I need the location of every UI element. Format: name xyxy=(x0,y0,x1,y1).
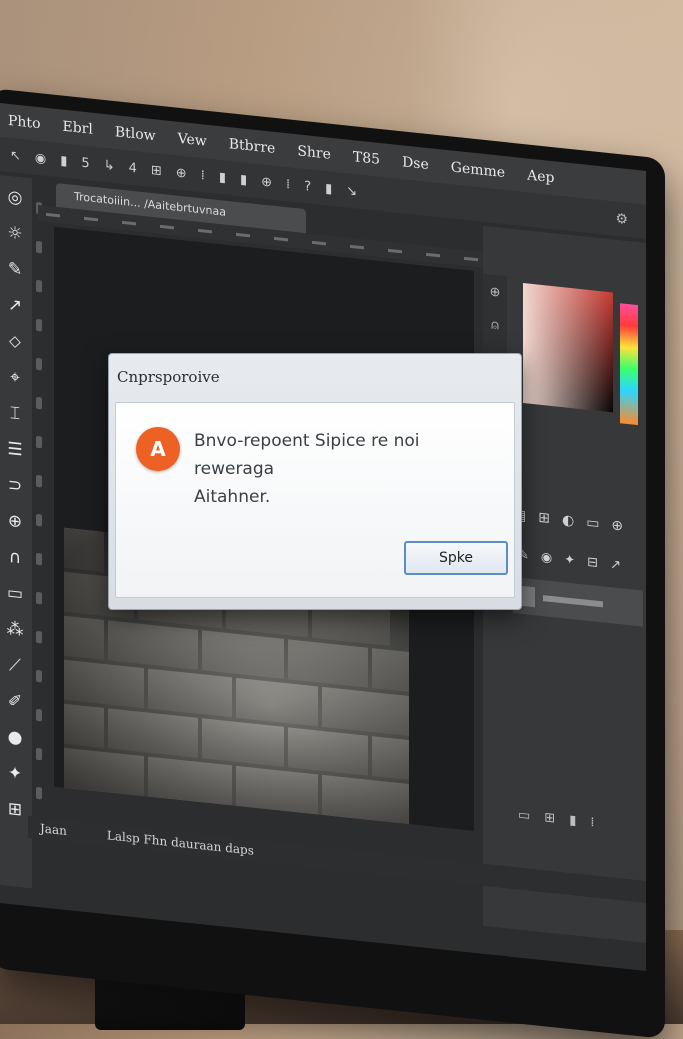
layers-icon[interactable]: ☰ xyxy=(2,437,28,462)
path-icon[interactable]: ⊃ xyxy=(2,473,28,498)
layer-icon[interactable]: ▭ xyxy=(586,515,599,540)
new-group-icon[interactable]: ▭ xyxy=(518,807,530,830)
menu-item-edit[interactable]: Ebrl xyxy=(63,119,93,138)
dialog-message-line-2: Aitahner. xyxy=(194,487,271,507)
type-icon[interactable]: ⌶ xyxy=(2,401,28,426)
hue-slider[interactable] xyxy=(620,303,638,426)
alert-icon: A xyxy=(136,427,180,471)
bar-icon[interactable]: ▮ xyxy=(325,181,332,197)
tool-bar: ◎ ☼ ✎ ↗ ⬦ ⌖ ⌶ ☰ ⊃ ⊕ ∩ ▭ ⁂ ⟋ ✐ ● ✦ ⊞ xyxy=(0,174,32,889)
bar-icon[interactable]: ▮ xyxy=(240,172,247,188)
fx-icon[interactable]: ⁞ xyxy=(590,815,594,837)
eraser-icon[interactable]: ⬦ xyxy=(2,329,28,354)
arrow-icon[interactable]: ↘ xyxy=(346,183,357,199)
arrow-icon[interactable]: ↳ xyxy=(104,157,115,173)
alert-dialog: Cnprsporoive A Bnvo-repoent Sipice re no… xyxy=(108,353,522,610)
color-picker-field[interactable] xyxy=(523,283,613,413)
character-icon[interactable]: ⍝ xyxy=(491,318,499,334)
dialog-message-line-1: Bnvo-repoent Sipice re noi reweraga xyxy=(194,431,420,479)
dots-icon[interactable]: ⁞ xyxy=(201,168,205,183)
rectangle-icon[interactable]: ▭ xyxy=(2,581,28,606)
bar-icon[interactable]: ▮ xyxy=(60,153,67,169)
crop-icon[interactable]: ⌖ xyxy=(2,365,28,390)
lock-icon[interactable]: ⊟ xyxy=(587,555,598,578)
pen-icon[interactable]: ↗ xyxy=(2,293,28,318)
tool-strip xyxy=(36,201,48,843)
ok-button[interactable]: Spke xyxy=(404,541,508,575)
spot-heal-icon[interactable]: ☼ xyxy=(2,221,28,246)
dialog-message: Bnvo-repoent Sipice re noi reweraga Aita… xyxy=(194,427,504,511)
pencil-icon[interactable]: ✐ xyxy=(2,689,28,714)
grid-icon[interactable]: ⊞ xyxy=(2,797,28,822)
value-icon[interactable]: 4 xyxy=(129,160,137,176)
menu-item-view[interactable]: Vew xyxy=(178,131,207,150)
help-icon[interactable]: ? xyxy=(304,179,311,195)
smudge-icon[interactable]: ⁂ xyxy=(2,617,28,642)
menu-item-3d[interactable]: Dse xyxy=(402,154,429,173)
dialog-body: A Bnvo-repoent Sipice re noi reweraga Ai… xyxy=(115,402,515,598)
new-layer-icon[interactable]: ⊞ xyxy=(544,810,555,833)
star-icon[interactable]: ✦ xyxy=(2,761,28,786)
line-icon[interactable]: ⟋ xyxy=(2,653,28,678)
menu-item-image[interactable]: Btlow xyxy=(115,124,156,144)
status-document-info: Lalsp Fhn dauraan daps xyxy=(106,828,254,858)
menu-item-select[interactable]: Shre xyxy=(297,143,331,163)
dialog-title: Cnprsporoive xyxy=(117,368,220,386)
link-icon[interactable]: ⊕ xyxy=(611,517,623,542)
lasso-icon[interactable]: ◎ xyxy=(2,185,28,210)
settings-icon[interactable]: ⚙ xyxy=(615,211,628,228)
target-icon[interactable]: ⊕ xyxy=(176,165,187,181)
status-zoom: Jaan xyxy=(40,821,67,839)
grid-icon[interactable]: ⊞ xyxy=(151,162,162,178)
move-icon[interactable]: ↖ xyxy=(10,148,21,164)
bar-icon[interactable]: ▮ xyxy=(219,170,226,186)
mask-icon[interactable]: ◉ xyxy=(541,550,552,573)
style-icon[interactable]: ⊞ xyxy=(538,510,550,535)
target-icon[interactable]: ⊕ xyxy=(261,174,272,190)
brush-icon[interactable]: ✎ xyxy=(2,257,28,282)
size-icon[interactable]: 5 xyxy=(81,155,89,171)
magnet-icon[interactable]: ∩ xyxy=(2,545,28,570)
trash-icon[interactable]: ▮ xyxy=(569,813,576,836)
eye-icon[interactable]: ◉ xyxy=(35,150,46,166)
adjust-icon[interactable]: ⊕ xyxy=(490,285,501,301)
adjust-icon[interactable]: ◐ xyxy=(562,512,574,537)
zoom-icon[interactable]: ⊕ xyxy=(2,509,28,534)
star-icon[interactable]: ✦ xyxy=(564,552,575,575)
menu-item-window[interactable]: Gemme xyxy=(451,159,505,181)
menu-item-photo[interactable]: Phto xyxy=(8,113,41,132)
layer-thumbnail xyxy=(521,585,535,608)
arrow-icon[interactable]: ↗ xyxy=(610,557,621,580)
menu-item-filter[interactable]: T85 xyxy=(353,149,380,168)
layer-name-bar xyxy=(543,595,603,608)
menu-item-layer[interactable]: Btbrre xyxy=(229,136,276,157)
dots-icon[interactable]: ⁞ xyxy=(286,177,290,192)
foreground-color-icon[interactable]: ● xyxy=(2,725,28,750)
menu-item-help[interactable]: Aep xyxy=(527,167,554,186)
